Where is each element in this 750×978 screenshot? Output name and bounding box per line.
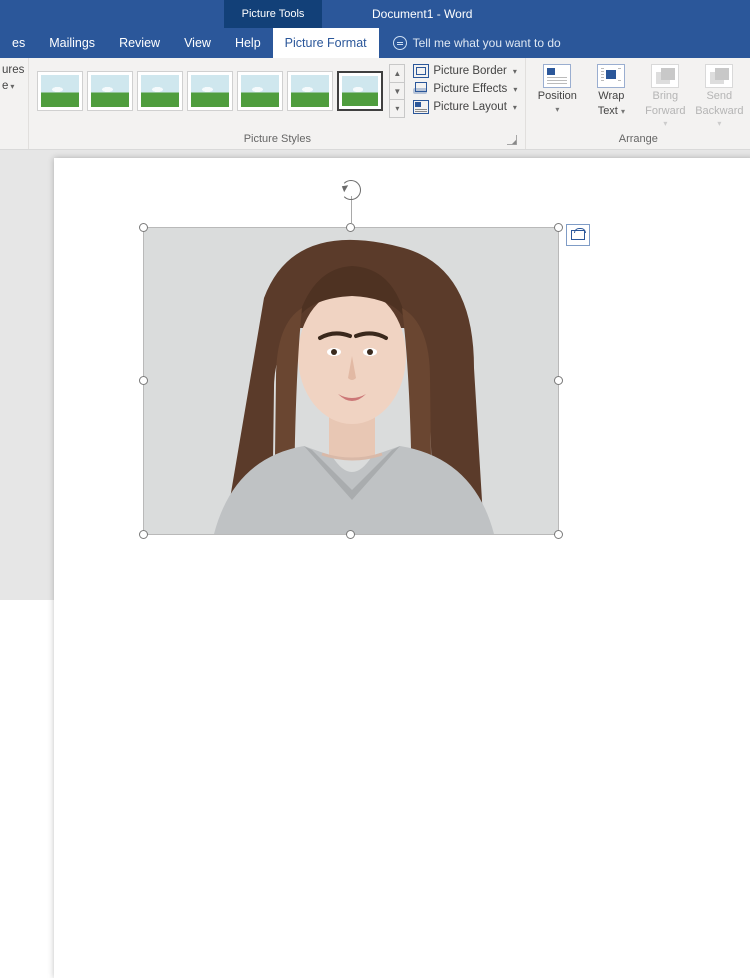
- ribbon-tabs: es Mailings Review View Help Picture For…: [0, 28, 750, 58]
- group-picture-styles: ▲ ▼ ▾ Picture Border ▾ Picture Effects ▾: [29, 58, 526, 149]
- group-arrange: Position ▾ Wrap Text ▾ Bring Forward ▾ S…: [526, 58, 750, 149]
- chevron-down-icon: ▾: [513, 67, 517, 76]
- position-button[interactable]: Position ▾: [534, 64, 580, 114]
- group-label-arrange: Arrange: [534, 133, 742, 147]
- resize-handle-bl[interactable]: [139, 530, 148, 539]
- gallery-scroll-down[interactable]: ▼: [390, 83, 404, 101]
- gallery-scroll-more[interactable]: ▾: [390, 100, 404, 117]
- chevron-down-icon: ▾: [555, 105, 559, 114]
- tab-review[interactable]: Review: [107, 28, 172, 58]
- layout-icon: [413, 100, 429, 114]
- style-thumb-5[interactable]: [237, 71, 283, 111]
- style-thumb-4[interactable]: [187, 71, 233, 111]
- picture-style-options: Picture Border ▾ Picture Effects ▾ Pictu…: [409, 64, 517, 114]
- chevron-down-icon: ▾: [513, 85, 517, 94]
- effects-icon: [413, 82, 429, 96]
- selected-picture[interactable]: [144, 228, 558, 534]
- resize-handle-l[interactable]: [139, 376, 148, 385]
- border-icon: [413, 64, 429, 78]
- tab-mailings[interactable]: Mailings: [37, 28, 107, 58]
- chevron-down-icon: ▾: [663, 119, 667, 128]
- chevron-down-icon: ▾: [717, 119, 721, 128]
- style-thumb-7[interactable]: [337, 71, 383, 111]
- picture-layout-button[interactable]: Picture Layout ▾: [413, 100, 517, 114]
- resize-handle-t[interactable]: [346, 223, 355, 232]
- resize-handle-tl[interactable]: [139, 223, 148, 232]
- style-thumb-1[interactable]: [37, 71, 83, 111]
- contextual-tab-label: Picture Tools: [224, 0, 322, 28]
- resize-handle-tr[interactable]: [554, 223, 563, 232]
- tell-me-search[interactable]: Tell me what you want to do: [379, 28, 561, 58]
- rotation-connector: [351, 196, 352, 223]
- position-icon: [543, 64, 571, 88]
- tab-references-truncated[interactable]: es: [0, 28, 37, 58]
- wrap-text-button[interactable]: Wrap Text ▾: [588, 64, 634, 117]
- chevron-down-icon: ▾: [621, 107, 625, 116]
- chevron-down-icon: ▾: [10, 82, 14, 91]
- resize-handle-b[interactable]: [346, 530, 355, 539]
- send-backward-icon: [705, 64, 733, 88]
- tab-picture-format[interactable]: Picture Format: [273, 28, 379, 58]
- picture-effects-button[interactable]: Picture Effects ▾: [413, 82, 517, 96]
- group-label-picture-styles: Picture Styles: [37, 133, 517, 147]
- lightbulb-icon: [393, 36, 407, 50]
- bring-forward-button: Bring Forward ▾: [642, 64, 688, 130]
- resize-handle-br[interactable]: [554, 530, 563, 539]
- layout-options-button[interactable]: [566, 224, 590, 246]
- title-bar: Picture Tools Document1 - Word: [0, 0, 750, 28]
- send-backward-button: Send Backward ▾: [696, 64, 742, 130]
- gallery-scroll-up[interactable]: ▲: [390, 65, 404, 83]
- document-workspace[interactable]: [0, 150, 750, 600]
- wrap-text-icon: [597, 64, 625, 88]
- style-thumb-2[interactable]: [87, 71, 133, 111]
- tab-help[interactable]: Help: [223, 28, 273, 58]
- layout-options-icon: [571, 230, 585, 240]
- ribbon: ures e▾ ▲ ▼ ▾: [0, 58, 750, 150]
- selection-border: [143, 227, 559, 535]
- resize-handle-r[interactable]: [554, 376, 563, 385]
- tell-me-placeholder: Tell me what you want to do: [413, 36, 561, 50]
- group-truncated-left: ures e▾: [0, 58, 29, 149]
- document-title: Document1 - Word: [322, 0, 750, 28]
- gallery-scroll: ▲ ▼ ▾: [389, 64, 405, 118]
- dialog-launcher-icon[interactable]: [507, 135, 517, 145]
- style-thumb-6[interactable]: [287, 71, 333, 111]
- chevron-down-icon: ▾: [513, 103, 517, 112]
- bring-forward-icon: [651, 64, 679, 88]
- style-thumb-3[interactable]: [137, 71, 183, 111]
- rotation-handle[interactable]: [341, 180, 361, 200]
- document-page[interactable]: [54, 158, 750, 978]
- picture-styles-gallery: ▲ ▼ ▾: [37, 64, 405, 118]
- group-label-truncated: [2, 145, 24, 147]
- tab-view[interactable]: View: [172, 28, 223, 58]
- picture-border-button[interactable]: Picture Border ▾: [413, 64, 517, 78]
- truncated-button[interactable]: ures e▾: [2, 64, 24, 92]
